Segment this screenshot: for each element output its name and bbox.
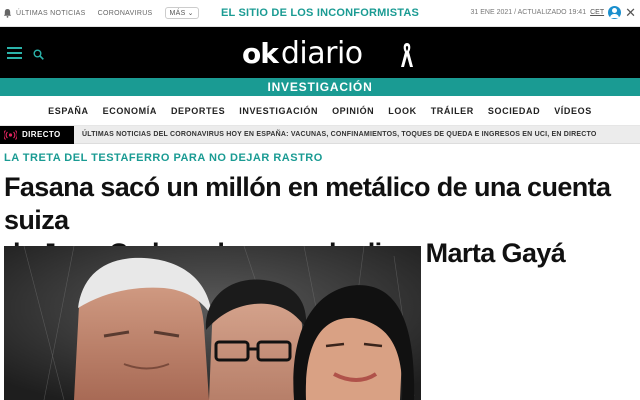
- mourning-ribbon-icon: [401, 43, 413, 67]
- headline-line-1: Fasana sacó un millón en metálico de una…: [4, 172, 611, 235]
- top-utility-bar: ÚLTIMAS NOTICIAS CORONAVIRUS MÁS ⌄ EL SI…: [0, 0, 640, 27]
- date-time: 31 ENE 2021 / ACTUALIZADO 19:41: [470, 9, 587, 16]
- article-photo[interactable]: [4, 246, 421, 400]
- nav-item-videos[interactable]: VÍDEOS: [554, 106, 592, 116]
- main-nav: ESPAÑA ECONOMÍA DEPORTES INVESTIGACIÓN O…: [0, 96, 640, 126]
- section-title[interactable]: INVESTIGACIÓN: [0, 78, 640, 96]
- logo-ok: ok: [242, 36, 279, 70]
- top-right: 31 ENE 2021 / ACTUALIZADO 19:41 CET ✕: [471, 6, 636, 19]
- coronavirus-link[interactable]: CORONAVIRUS: [98, 10, 153, 17]
- bell-icon: [3, 8, 12, 18]
- close-icon[interactable]: ✕: [625, 6, 636, 19]
- nav-item-economia[interactable]: ECONOMÍA: [103, 106, 157, 116]
- nav-item-trailer[interactable]: TRÁILER: [431, 106, 474, 116]
- live-headline-link[interactable]: ÚLTIMAS NOTICIAS DEL CORONAVIRUS HOY EN …: [82, 126, 597, 144]
- nav-item-deportes[interactable]: DEPORTES: [171, 106, 225, 116]
- more-label: MÁS: [169, 9, 186, 17]
- more-button[interactable]: MÁS ⌄: [164, 7, 199, 19]
- nav-item-investigacion[interactable]: INVESTIGACIÓN: [239, 106, 318, 116]
- user-icon[interactable]: [608, 6, 622, 19]
- nav-item-opinion[interactable]: OPINIÓN: [332, 106, 374, 116]
- main-header: ok diario: [0, 27, 640, 78]
- article-kicker: LA TRETA DEL TESTAFERRO PARA NO DEJAR RA…: [4, 152, 323, 164]
- top-links: ÚLTIMAS NOTICIAS CORONAVIRUS MÁS ⌄: [3, 7, 199, 19]
- live-tag[interactable]: DIRECTO: [0, 126, 74, 144]
- chevron-down-icon: ⌄: [187, 10, 194, 17]
- search-icon[interactable]: [33, 49, 44, 60]
- site-logo[interactable]: ok diario: [242, 35, 363, 71]
- live-news-bar: DIRECTO ÚLTIMAS NOTICIAS DEL CORONAVIRUS…: [0, 126, 640, 144]
- nav-item-espana[interactable]: ESPAÑA: [48, 106, 88, 116]
- live-broadcast-icon: [4, 130, 17, 140]
- nav-item-sociedad[interactable]: SOCIEDAD: [488, 106, 540, 116]
- nav-item-look[interactable]: LOOK: [388, 106, 416, 116]
- timezone: CET: [590, 9, 605, 16]
- live-tag-label: DIRECTO: [22, 130, 61, 139]
- latest-news-link[interactable]: ÚLTIMAS NOTICIAS: [16, 10, 86, 17]
- logo-diario: diario: [280, 35, 363, 71]
- hamburger-menu-icon[interactable]: [7, 47, 22, 59]
